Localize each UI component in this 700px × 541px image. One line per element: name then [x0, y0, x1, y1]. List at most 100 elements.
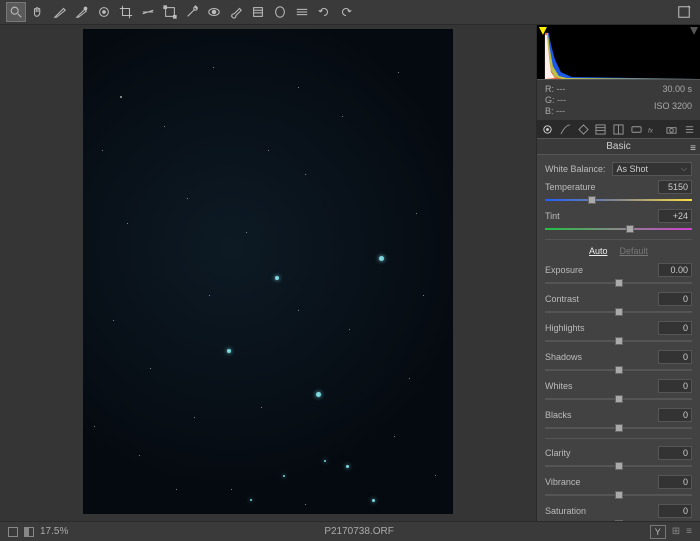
- tab-fx[interactable]: fx: [647, 123, 661, 137]
- contrast-input[interactable]: [658, 292, 692, 306]
- highlights-label: Highlights: [545, 323, 585, 333]
- star: [372, 499, 375, 502]
- tint-input[interactable]: [658, 209, 692, 223]
- blacks-slider[interactable]: [545, 424, 692, 432]
- star: [324, 460, 326, 462]
- star: [416, 213, 417, 214]
- temperature-slider[interactable]: [545, 196, 692, 204]
- star: [275, 276, 279, 280]
- tab-curve[interactable]: [559, 123, 573, 137]
- panel-title-text: Basic: [606, 141, 630, 152]
- temperature-input[interactable]: [658, 180, 692, 194]
- whites-input[interactable]: [658, 379, 692, 393]
- wb-select[interactable]: As Shot ⌵: [612, 162, 692, 176]
- star: [346, 465, 349, 468]
- star: [268, 150, 269, 151]
- rotate-cw-tool[interactable]: [336, 2, 356, 22]
- saturation-input[interactable]: [658, 504, 692, 518]
- exif-g-label: G:: [545, 95, 555, 105]
- exif-g-value: ---: [557, 95, 566, 105]
- adjustment-brush-tool[interactable]: [226, 2, 246, 22]
- star: [246, 232, 247, 233]
- color-sampler-tool[interactable]: [72, 2, 92, 22]
- transform-tool[interactable]: [160, 2, 180, 22]
- highlights-input[interactable]: [658, 321, 692, 335]
- whites-slider[interactable]: [545, 395, 692, 403]
- exposure-input[interactable]: [658, 263, 692, 277]
- straighten-tool[interactable]: [138, 2, 158, 22]
- view-compare-icon[interactable]: [24, 527, 34, 537]
- exif-iso: ISO 3200: [654, 101, 692, 117]
- temperature-label: Temperature: [545, 182, 596, 192]
- exif-r-label: R:: [545, 84, 554, 94]
- white-balance-tool[interactable]: [50, 2, 70, 22]
- menu-icon[interactable]: ≡: [686, 526, 692, 537]
- star: [227, 349, 231, 353]
- panel-title: Basic ≡: [537, 139, 700, 155]
- star: [349, 329, 350, 330]
- vibrance-label: Vibrance: [545, 477, 580, 487]
- exif-b-value: ---: [556, 106, 565, 116]
- star: [194, 417, 195, 418]
- vibrance-input[interactable]: [658, 475, 692, 489]
- vibrance-slider[interactable]: [545, 491, 692, 499]
- auto-link[interactable]: Auto: [589, 246, 608, 256]
- saturation-label: Saturation: [545, 506, 586, 516]
- tab-split[interactable]: [612, 123, 626, 137]
- highlights-slider[interactable]: [545, 337, 692, 345]
- filmstrip-toggle-icon[interactable]: ⊞: [672, 526, 680, 537]
- tab-hsl[interactable]: [594, 123, 608, 137]
- blacks-input[interactable]: [658, 408, 692, 422]
- highlight-clip-icon[interactable]: [690, 27, 698, 35]
- shadows-slider[interactable]: [545, 366, 692, 374]
- exposure-slider[interactable]: [545, 279, 692, 287]
- toolbar: [0, 0, 700, 25]
- star: [342, 116, 343, 117]
- star: [127, 223, 128, 224]
- contrast-slider[interactable]: [545, 308, 692, 316]
- histogram[interactable]: [537, 25, 700, 80]
- canvas-area[interactable]: [0, 25, 536, 521]
- star: [316, 392, 321, 397]
- exif-r-value: ---: [557, 84, 566, 94]
- graduated-filter-tool[interactable]: [248, 2, 268, 22]
- exif-shutter: 30.00 s: [662, 84, 692, 100]
- preferences-tool[interactable]: [292, 2, 312, 22]
- clarity-label: Clarity: [545, 448, 571, 458]
- default-link[interactable]: Default: [619, 246, 648, 256]
- star: [213, 67, 214, 68]
- wb-value: As Shot: [617, 164, 649, 174]
- tab-detail[interactable]: [576, 123, 590, 137]
- zoom-tool[interactable]: [6, 2, 26, 22]
- targeted-adjust-tool[interactable]: [94, 2, 114, 22]
- star: [394, 436, 395, 437]
- clarity-slider[interactable]: [545, 462, 692, 470]
- crop-tool[interactable]: [116, 2, 136, 22]
- tab-lens[interactable]: [629, 123, 643, 137]
- panel-tabs: fx: [537, 121, 700, 139]
- exif-readout: R: --- G: --- B: --- 30.00 s ISO 3200: [537, 80, 700, 121]
- tint-slider[interactable]: [545, 225, 692, 233]
- mark-for-delete-icon[interactable]: [674, 2, 694, 22]
- tab-presets[interactable]: [682, 123, 696, 137]
- zoom-level[interactable]: 17.5%: [40, 526, 68, 537]
- tab-basic[interactable]: [541, 123, 555, 137]
- hand-tool[interactable]: [28, 2, 48, 22]
- radial-filter-tool[interactable]: [270, 2, 290, 22]
- whites-label: Whites: [545, 381, 573, 391]
- red-eye-tool[interactable]: [204, 2, 224, 22]
- preview-toggle[interactable]: Y: [650, 525, 666, 539]
- star: [305, 504, 306, 505]
- star: [176, 489, 177, 490]
- star: [164, 126, 165, 127]
- rotate-ccw-tool[interactable]: [314, 2, 334, 22]
- exif-b-label: B:: [545, 106, 554, 116]
- star: [283, 475, 285, 477]
- clarity-input[interactable]: [658, 446, 692, 460]
- saturation-slider[interactable]: [545, 520, 692, 521]
- tab-camera[interactable]: [665, 123, 679, 137]
- spot-removal-tool[interactable]: [182, 2, 202, 22]
- shadows-input[interactable]: [658, 350, 692, 364]
- view-single-icon[interactable]: [8, 527, 18, 537]
- panel-menu-icon[interactable]: ≡: [690, 141, 696, 157]
